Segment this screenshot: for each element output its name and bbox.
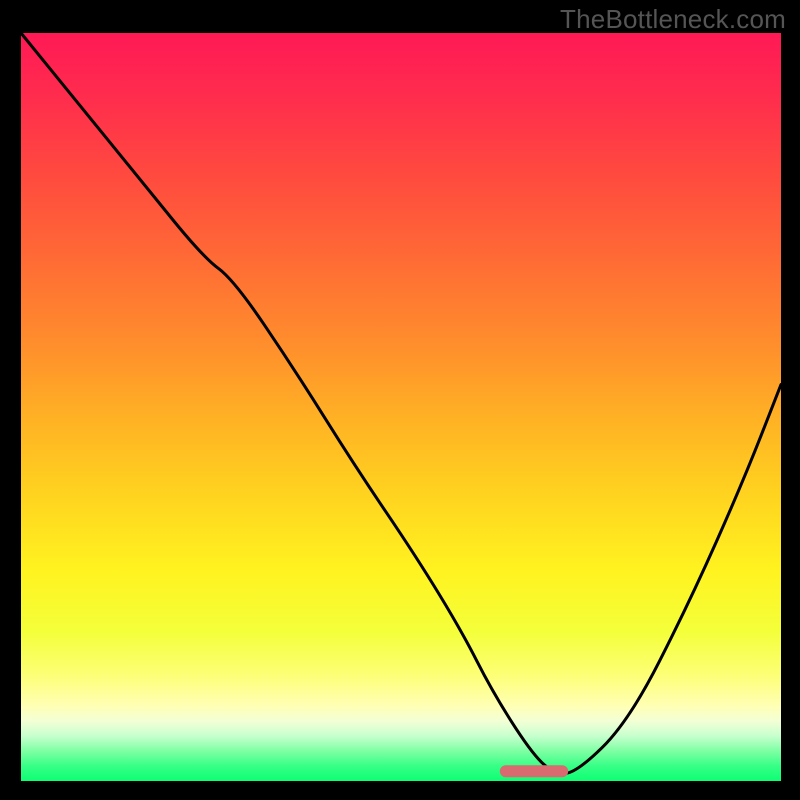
plot-area <box>21 33 781 781</box>
minimum-marker <box>500 765 568 777</box>
chart-svg <box>21 33 781 781</box>
chart-frame: TheBottleneck.com <box>0 0 800 800</box>
data-curve <box>21 33 781 774</box>
watermark-text: TheBottleneck.com <box>560 4 786 35</box>
